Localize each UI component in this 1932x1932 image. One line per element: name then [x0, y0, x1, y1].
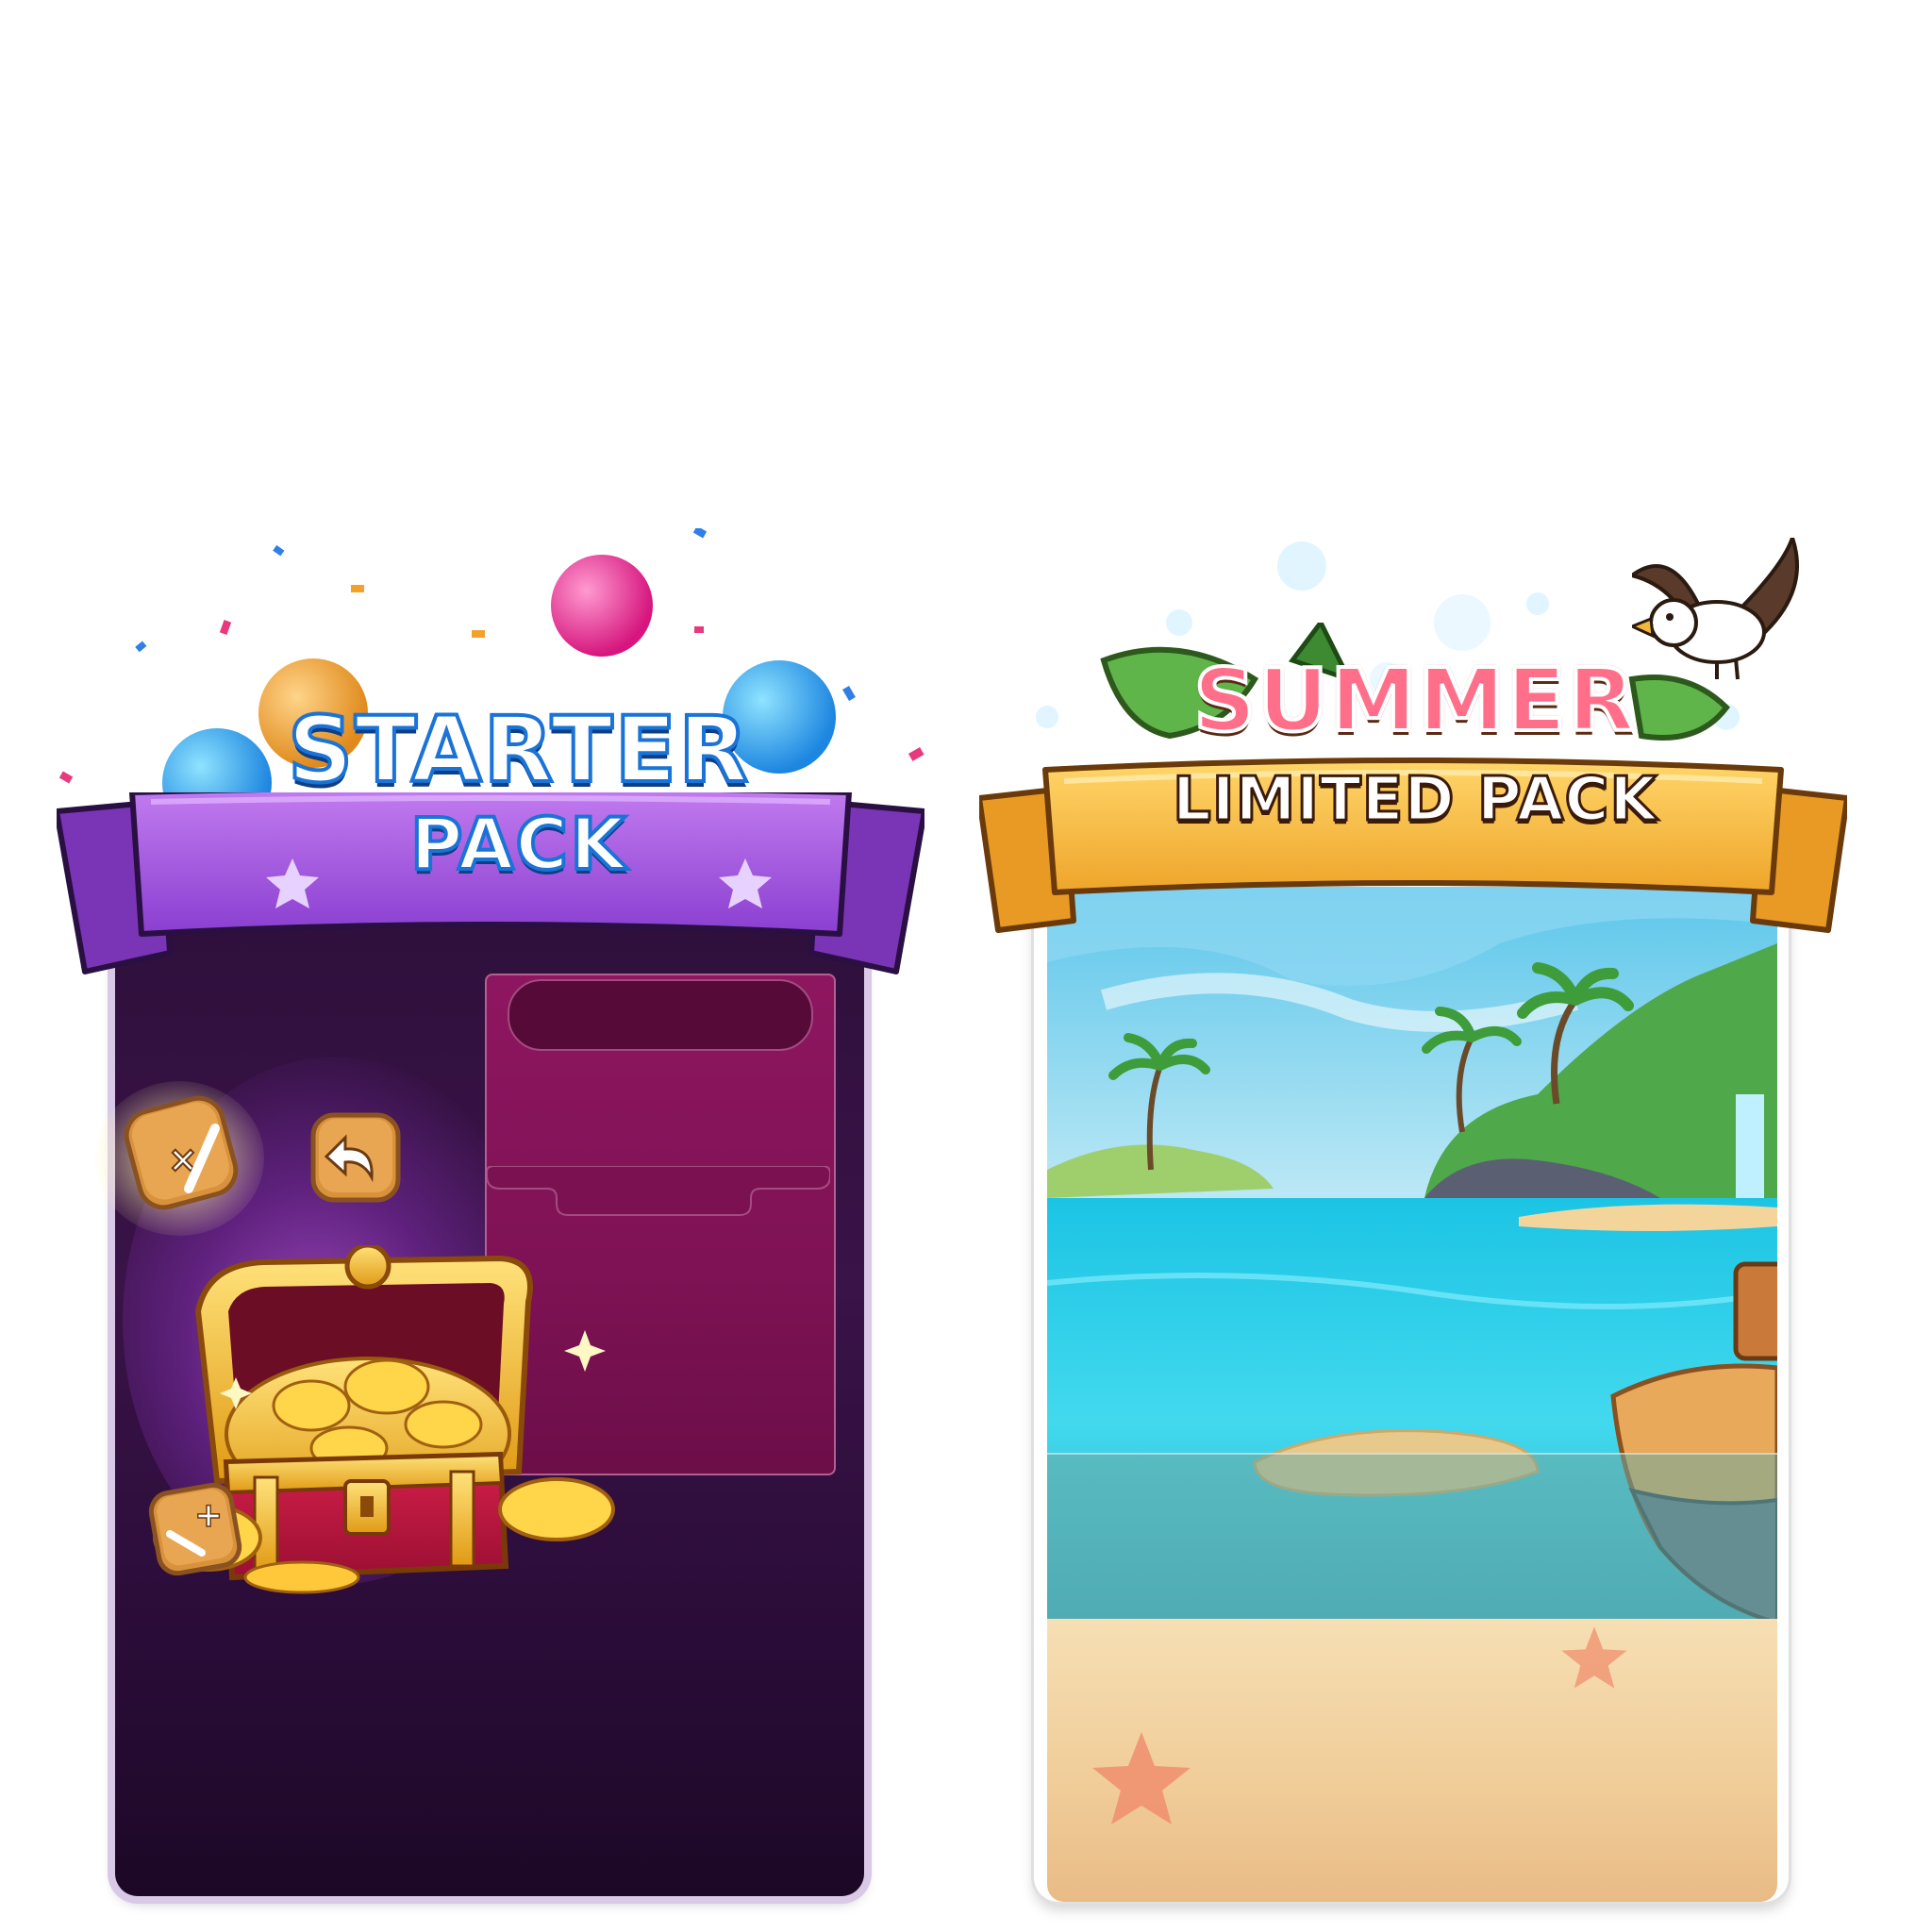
starfish-icon	[1092, 1732, 1191, 1824]
plus-minus-tile-icon: +	[148, 1482, 242, 1576]
svg-text:+: +	[194, 1496, 223, 1535]
summer-title-line1: SUMMER	[1191, 649, 1637, 753]
starter-title-line2: PACK	[408, 800, 628, 888]
starfish-icon	[1561, 1626, 1627, 1689]
summer-pack-card[interactable]: SUMMER LIMITED PACK	[972, 528, 1847, 1906]
summer-title-line2: LIMITED PACK	[1172, 764, 1658, 837]
multiply-divide-tile-icon: ×	[94, 1081, 264, 1236]
offer-slot-tab-divider	[487, 1166, 830, 1216]
starter-pack-card[interactable]: × + STARTER PACK	[57, 528, 924, 1906]
starter-title-line1: STARTER	[286, 696, 751, 804]
summer-offer-panel[interactable]	[1047, 1453, 1777, 1624]
undo-tile-icon	[310, 1112, 401, 1203]
